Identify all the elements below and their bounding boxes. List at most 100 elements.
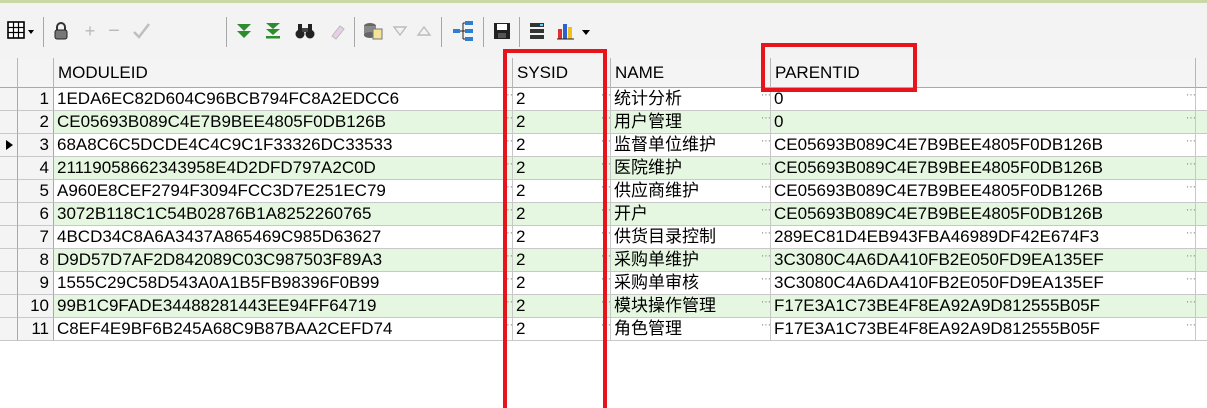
cell-parentid[interactable]: CE05693B089C4E7B9BEE4805F0DB126B ⋯ (771, 157, 1196, 180)
filter-down-icon[interactable] (233, 20, 255, 42)
cell-ellipsis-button[interactable]: ⋯ (503, 157, 512, 179)
triangle-down-icon[interactable] (390, 20, 410, 42)
table-row[interactable]: 11 C8EF4E9BF6B245A68C9B87BAA2CEFD74 ⋯ 2 ⋯ 角色管… (0, 318, 1207, 341)
cell-ellipsis-button[interactable]: ⋯ (601, 272, 610, 294)
cell-sysid[interactable]: 2 ⋯ (513, 88, 611, 111)
cell-ellipsis-button[interactable]: ⋯ (1186, 88, 1195, 110)
save-icon[interactable] (491, 20, 513, 42)
cell-ellipsis-button[interactable]: ⋯ (503, 272, 512, 294)
cell-moduleid[interactable]: D9D57D7AF2D842089C03C987503F89A3 ⋯ (54, 249, 513, 272)
cell-ellipsis-button[interactable]: ⋯ (1186, 249, 1195, 271)
query-icon[interactable] (361, 20, 385, 42)
row-indicator[interactable] (0, 88, 18, 111)
cell-parentid[interactable]: 0 ⋯ (771, 88, 1196, 111)
lock-icon[interactable] (50, 20, 72, 42)
cell-sysid[interactable]: 2 ⋯ (513, 272, 611, 295)
cell-ellipsis-button[interactable]: ⋯ (601, 134, 610, 156)
tree-icon[interactable] (450, 20, 476, 42)
table-row[interactable]: 5 A960E8CEF2794F3094FCC3D7E251EC79 ⋯ 2 ⋯ 供应商维… (0, 180, 1207, 203)
cell-ellipsis-button[interactable]: ⋯ (601, 180, 610, 202)
chart-icon[interactable] (556, 20, 596, 42)
cell-ellipsis-button[interactable]: ⋯ (1186, 295, 1195, 317)
cell-ellipsis-button[interactable]: ⋯ (503, 203, 512, 225)
cell-ellipsis-button[interactable]: ⋯ (761, 88, 770, 110)
cell-ellipsis-button[interactable]: ⋯ (503, 295, 512, 317)
table-row[interactable]: 6 3072B118C1C54B02876B1A8252260765 ⋯ 2 ⋯ 开户 ⋯ C… (0, 203, 1207, 226)
cell-ellipsis-button[interactable]: ⋯ (1186, 180, 1195, 202)
column-header-name[interactable]: NAME (611, 58, 771, 88)
table-row[interactable]: 10 99B1C9FADE34488281443EE94FF64719 ⋯ 2 ⋯ 模块操… (0, 295, 1207, 318)
cell-ellipsis-button[interactable]: ⋯ (503, 249, 512, 271)
cell-ellipsis-button[interactable]: ⋯ (601, 295, 610, 317)
cell-ellipsis-button[interactable]: ⋯ (761, 295, 770, 317)
row-indicator[interactable] (0, 111, 18, 134)
cell-ellipsis-button[interactable]: ⋯ (601, 88, 610, 110)
table-row[interactable]: 8 D9D57D7AF2D842089C03C987503F89A3 ⋯ 2 ⋯ 采购单维… (0, 249, 1207, 272)
cell-name[interactable]: 统计分析 ⋯ (611, 88, 771, 111)
cell-parentid[interactable]: F17E3A1C73BE4F8EA92A9D812555B05F ⋯ (771, 295, 1196, 318)
cell-ellipsis-button[interactable]: ⋯ (503, 226, 512, 248)
cell-ellipsis-button[interactable]: ⋯ (503, 180, 512, 202)
cell-ellipsis-button[interactable]: ⋯ (1186, 134, 1195, 156)
cell-ellipsis-button[interactable]: ⋯ (1186, 157, 1195, 179)
table-row[interactable]: 3 68A8C6C5DCDE4C4C9C1F33326DC33533 ⋯ 2 ⋯ 监督单位… (0, 134, 1207, 157)
table-row[interactable]: 1 1EDA6EC82D604C96BCB794FC8A2EDCC6 ⋯ 2 ⋯ 统计分析… (0, 88, 1207, 111)
column-header-parentid[interactable]: PARENTID (771, 58, 1196, 88)
table-row[interactable]: 7 4BCD34C8A6A3437A865469C985D63627 ⋯ 2 ⋯ 供货目录… (0, 226, 1207, 249)
cell-ellipsis-button[interactable]: ⋯ (601, 157, 610, 179)
row-indicator[interactable] (0, 180, 18, 203)
cell-sysid[interactable]: 2 ⋯ (513, 226, 611, 249)
table-row[interactable]: 4 21119058662343958E4D2DFD797A2C0D ⋯ 2 ⋯ 医院维护… (0, 157, 1207, 180)
cell-moduleid[interactable]: C8EF4E9BF6B245A68C9B87BAA2CEFD74 ⋯ (54, 318, 513, 341)
cell-name[interactable]: 开户 ⋯ (611, 203, 771, 226)
cell-ellipsis-button[interactable]: ⋯ (1186, 111, 1195, 133)
row-indicator[interactable] (0, 157, 18, 180)
row-indicator[interactable] (0, 226, 18, 249)
cell-sysid[interactable]: 2 ⋯ (513, 249, 611, 272)
cell-sysid[interactable]: 2 ⋯ (513, 180, 611, 203)
cell-moduleid[interactable]: 68A8C6C5DCDE4C4C9C1F33326DC33533 ⋯ (54, 134, 513, 157)
cell-parentid[interactable]: 3C3080C4A6DA410FB2E050FD9EA135EF ⋯ (771, 249, 1196, 272)
cell-parentid[interactable]: 3C3080C4A6DA410FB2E050FD9EA135EF ⋯ (771, 272, 1196, 295)
cell-name[interactable]: 角色管理 ⋯ (611, 318, 771, 341)
db-icon[interactable] (526, 20, 550, 42)
cell-moduleid[interactable]: 4BCD34C8A6A3437A865469C985D63627 ⋯ (54, 226, 513, 249)
row-indicator[interactable] (0, 134, 18, 157)
cell-moduleid[interactable]: 21119058662343958E4D2DFD797A2C0D ⋯ (54, 157, 513, 180)
cell-name[interactable]: 供应商维护 ⋯ (611, 180, 771, 203)
cell-ellipsis-button[interactable]: ⋯ (1186, 226, 1195, 248)
cell-name[interactable]: 供货目录控制 ⋯ (611, 226, 771, 249)
cell-ellipsis-button[interactable]: ⋯ (503, 318, 512, 340)
cell-sysid[interactable]: 2 ⋯ (513, 157, 611, 180)
column-header-moduleid[interactable]: MODULEID (54, 58, 513, 88)
cell-ellipsis-button[interactable]: ⋯ (1186, 203, 1195, 225)
cell-moduleid[interactable]: CE05693B089C4E7B9BEE4805F0DB126B ⋯ (54, 111, 513, 134)
cell-ellipsis-button[interactable]: ⋯ (761, 180, 770, 202)
cell-ellipsis-button[interactable]: ⋯ (1186, 318, 1195, 340)
cell-name[interactable]: 采购单维护 ⋯ (611, 249, 771, 272)
cell-name[interactable]: 采购单审核 ⋯ (611, 272, 771, 295)
row-indicator[interactable] (0, 249, 18, 272)
cell-name[interactable]: 用户管理 ⋯ (611, 111, 771, 134)
cell-name[interactable]: 医院维护 ⋯ (611, 157, 771, 180)
cell-ellipsis-button[interactable]: ⋯ (761, 249, 770, 271)
column-header-sysid[interactable]: SYSID (513, 58, 611, 88)
cell-moduleid[interactable]: 1EDA6EC82D604C96BCB794FC8A2EDCC6 ⋯ (54, 88, 513, 111)
cell-name[interactable]: 监督单位维护 ⋯ (611, 134, 771, 157)
cell-ellipsis-button[interactable]: ⋯ (503, 88, 512, 110)
cell-moduleid[interactable]: 3072B118C1C54B02876B1A8252260765 ⋯ (54, 203, 513, 226)
cell-ellipsis-button[interactable]: ⋯ (503, 111, 512, 133)
cell-ellipsis-button[interactable]: ⋯ (601, 203, 610, 225)
cell-ellipsis-button[interactable]: ⋯ (761, 272, 770, 294)
cell-ellipsis-button[interactable]: ⋯ (503, 134, 512, 156)
cell-ellipsis-button[interactable]: ⋯ (761, 157, 770, 179)
filter-last-icon[interactable] (262, 20, 284, 42)
table-row[interactable]: 2 CE05693B089C4E7B9BEE4805F0DB126B ⋯ 2 ⋯ 用户管理… (0, 111, 1207, 134)
row-indicator[interactable] (0, 272, 18, 295)
minus-icon[interactable]: − (105, 20, 123, 42)
plus-icon[interactable]: + (81, 20, 99, 42)
cell-ellipsis-button[interactable]: ⋯ (761, 318, 770, 340)
cell-sysid[interactable]: 2 ⋯ (513, 134, 611, 157)
cell-parentid[interactable]: 289EC81D4EB943FBA46989DF42E674F3 ⋯ (771, 226, 1196, 249)
cell-ellipsis-button[interactable]: ⋯ (601, 111, 610, 133)
